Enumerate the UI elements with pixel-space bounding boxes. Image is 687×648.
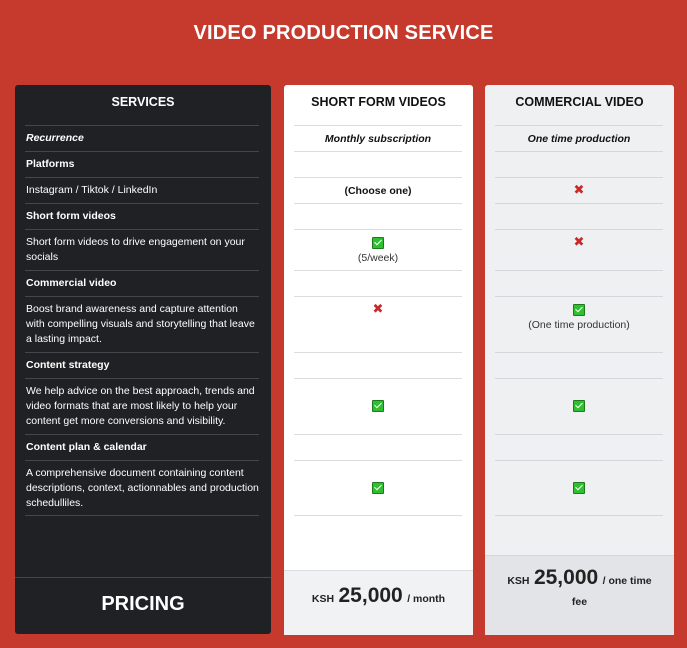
row-label: We help advice on the best approach, tre…: [26, 385, 255, 427]
cell-commercial-desc: (One time production): [495, 296, 663, 352]
price-currency: KSH: [311, 593, 335, 605]
price-period: / one time: [602, 575, 652, 587]
cell-content-plan-desc: [294, 460, 462, 516]
row-label: Boost brand awareness and capture attent…: [26, 303, 255, 345]
cell-commercial-desc: ✖: [294, 296, 462, 352]
check-icon: [573, 400, 585, 413]
cross-icon: ✖: [573, 183, 585, 199]
short-form-price: KSH 25,000 / month: [284, 584, 473, 608]
commercial-note: (One time production): [528, 319, 630, 331]
cell-short-form-desc: ✖: [495, 229, 663, 270]
page-title: VIDEO PRODUCTION SERVICE: [193, 22, 494, 44]
price-amount: 25,000: [338, 584, 403, 607]
cell-platforms: [294, 151, 462, 177]
cell-recurrence: Monthly subscription: [294, 125, 462, 151]
cell-content-strategy-desc: [294, 378, 462, 434]
row-label: Short form videos to drive engagement on…: [26, 236, 245, 263]
cell-content-plan: [294, 434, 462, 460]
row-label: Content plan & calendar: [26, 441, 147, 453]
cell-content-plan-desc: [495, 460, 663, 516]
cross-icon: ✖: [372, 302, 384, 318]
row-label: Commercial video: [26, 277, 117, 289]
row-platforms-list: Instagram / Tiktok / LinkedIn: [25, 177, 259, 203]
cell-short-form-videos: [495, 203, 663, 229]
row-recurrence: Recurrence: [25, 125, 259, 151]
short-form-column: SHORT FORM VIDEOS Monthly subscription (…: [284, 85, 473, 635]
commercial-price: KSH 25,000 / one time fee: [485, 566, 674, 612]
row-label: Recurrence: [26, 132, 84, 144]
row-commercial-video: Commercial video: [25, 270, 259, 296]
services-pricing: PRICING: [15, 577, 271, 634]
row-content-plan-desc: A comprehensive document containing cont…: [25, 460, 259, 516]
row-label: Short form videos: [26, 210, 116, 222]
cell-content-strategy: [294, 352, 462, 378]
commercial-pricing: KSH 25,000 / one time fee: [485, 555, 674, 635]
row-content-plan: Content plan & calendar: [25, 434, 259, 460]
check-icon: [372, 400, 384, 413]
cell-commercial-video: [495, 270, 663, 296]
row-content-strategy-desc: We help advice on the best approach, tre…: [25, 378, 259, 434]
cell-short-form-desc: (5/week): [294, 229, 462, 270]
cell-short-form-videos: [294, 203, 462, 229]
cell-content-plan: [495, 434, 663, 460]
row-label: A comprehensive document containing cont…: [26, 467, 259, 509]
cell-content-strategy: [495, 352, 663, 378]
row-platforms: Platforms: [25, 151, 259, 177]
cross-icon: ✖: [573, 235, 585, 251]
short-form-header: SHORT FORM VIDEOS: [311, 95, 446, 109]
platforms-note: (Choose one): [344, 185, 412, 197]
row-label: Content strategy: [26, 359, 110, 371]
check-icon: [573, 482, 585, 495]
price-amount: 25,000: [533, 566, 599, 589]
services-column: SERVICES Recurrence Platforms Instagram …: [15, 85, 271, 634]
commercial-column: COMMERCIAL VIDEO One time production ✖ ✖…: [485, 85, 674, 635]
row-commercial-desc: Boost brand awareness and capture attent…: [25, 296, 259, 352]
commercial-header: COMMERCIAL VIDEO: [515, 95, 644, 109]
short-videos-note: (5/week): [357, 252, 399, 264]
check-icon: [372, 482, 384, 495]
row-label: Instagram / Tiktok / LinkedIn: [26, 184, 158, 196]
price-currency: KSH: [507, 575, 530, 587]
price-period: / month: [407, 593, 446, 605]
row-content-strategy: Content strategy: [25, 352, 259, 378]
cell-content-strategy-desc: [495, 378, 663, 434]
pricing-label: PRICING: [101, 593, 185, 615]
check-icon: [372, 237, 384, 250]
services-header: SERVICES: [111, 95, 175, 109]
cell-recurrence: One time production: [495, 125, 663, 151]
cell-platforms-list: (Choose one): [294, 177, 462, 203]
cell-commercial-video: [294, 270, 462, 296]
row-label: Platforms: [26, 158, 75, 170]
cell-platforms: [495, 151, 663, 177]
recurrence-value: Monthly subscription: [324, 133, 432, 145]
recurrence-value: One time production: [527, 133, 631, 145]
check-icon: [573, 304, 585, 317]
short-form-pricing: KSH 25,000 / month: [284, 570, 473, 635]
row-short-form-desc: Short form videos to drive engagement on…: [25, 229, 259, 270]
row-short-form-videos: Short form videos: [25, 203, 259, 229]
price-period-suffix: fee: [571, 596, 588, 608]
cell-platforms-list: ✖: [495, 177, 663, 203]
